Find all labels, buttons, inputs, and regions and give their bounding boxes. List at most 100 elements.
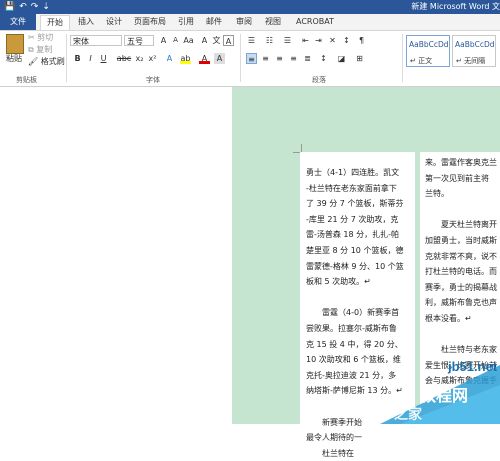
shading-icon[interactable]: ◪ [336,53,347,64]
paragraph-group-label: 段落 [312,76,326,84]
text-line: 新赛季开始 [306,417,362,427]
superscript-icon[interactable]: x² [147,53,158,64]
text-line: 楚里亚 8 分 10 个篮板，德 [306,246,404,255]
tab-insert[interactable]: 插入 [78,15,94,29]
group-divider [402,34,403,82]
paste-icon[interactable] [6,34,24,54]
customize-qat-icon[interactable]: ⇣ [42,1,50,13]
tab-mailings[interactable]: 邮件 [206,15,222,29]
ribbon-tabs: 文件 开始 插入 设计 页面布局 引用 邮件 审阅 视图 ACROBAT [0,14,500,31]
text-line: 利，威斯布鲁克也声 [425,298,497,308]
window-title: 新建 Microsoft Word 文 [411,2,500,11]
text-line: 来。雷霆作客奥克兰 [425,158,497,167]
strikethrough-icon[interactable]: abc [116,53,132,64]
text-line: 加盟勇士，当时威斯 [425,236,497,245]
tab-review[interactable]: 审阅 [236,15,252,29]
highlight-icon[interactable]: ab [180,53,191,64]
save-icon[interactable]: 💾 [4,1,15,13]
navigation-area [0,87,232,424]
text-line: 杜兰特在 [306,448,354,458]
text-line: 赛季，勇士的揭幕战 [425,282,497,292]
text-line: 夏天杜兰特离开 [425,220,497,230]
quick-access-toolbar: 💾 ↶ ↷ ⇣ [4,1,50,13]
text-line: -杜兰特在老东家面前拿下 [306,183,397,193]
watermark-domain: jb51.net [447,359,498,374]
style-normal-label: ↵ 正文 [410,57,433,65]
redo-icon[interactable]: ↷ [31,1,39,13]
style-no-spacing-label: ↵ 无间隔 [456,57,486,65]
text-line: 雷霆（4-0）新赛季首 [306,308,400,318]
character-border-icon[interactable]: A [223,35,234,46]
copy-button[interactable]: ⧉ 复制 [28,45,52,55]
font-group-label: 字体 [146,76,160,84]
style-normal[interactable]: AaBbCcDd ↵ 正文 [406,35,450,67]
text-line: 雷蒙德-格林 9 分、10 个篮 [306,261,404,271]
chinese-layout-icon[interactable]: ✕ [327,35,338,46]
text-line: -库里 21 分 7 次助攻，克 [306,214,399,224]
watermark-brand: 脚本之家 [366,406,423,423]
underline-icon[interactable]: U [98,53,109,64]
cut-button[interactable]: ✂ 剪切 [28,33,53,43]
clear-formatting-icon[interactable]: A [199,35,210,46]
align-right-icon[interactable]: ≡ [274,53,285,64]
text-line: 克就非常不爽，说不 [425,251,497,261]
decrease-indent-icon[interactable]: ⇤ [300,35,311,46]
increase-indent-icon[interactable]: ⇥ [313,35,324,46]
shrink-font-icon[interactable]: A [170,35,181,46]
font-name-field[interactable]: 宋体 [70,35,122,46]
multilevel-list-icon[interactable]: ☰ [282,35,293,46]
style-normal-sample: AaBbCcDd [409,40,449,49]
copy-label: 复制 [36,45,53,54]
text-line: 第一次见到前主将 [425,173,489,183]
grow-font-icon[interactable]: A [158,35,169,46]
clipboard-group-label: 剪贴板 [16,76,37,84]
tab-home[interactable]: 开始 [40,15,70,30]
bold-icon[interactable]: B [72,53,83,64]
tab-acrobat[interactable]: ACROBAT [296,15,334,29]
text-line: 了 39 分 7 个篮板，斯蒂芬 [306,199,404,209]
text-line: 兰特。 [425,189,449,199]
group-divider [240,34,241,82]
sort-icon[interactable]: ↕ [341,35,352,46]
title-bar: 💾 ↶ ↷ ⇣ 新建 Microsoft Word 文 [0,0,500,14]
justify-icon[interactable]: ≡ [288,53,299,64]
text-line: 根本没看。↵ [425,314,472,323]
numbering-icon[interactable]: ☷ [264,35,275,46]
tab-references[interactable]: 引用 [178,15,194,29]
phonetic-guide-icon[interactable]: 文 [211,35,222,46]
text-line: 最令人期待的一 [306,433,362,443]
tab-design[interactable]: 设计 [106,15,122,29]
text-line: 雷-汤普森 18 分，扎扎-帕 [306,230,400,240]
show-marks-icon[interactable]: ¶ [356,35,367,46]
align-left-icon[interactable]: ≡ [246,53,257,64]
text-line: 打杜兰特的电话。而 [425,267,497,277]
borders-icon[interactable]: ⊞ [354,53,365,64]
style-no-spacing[interactable]: AaBbCcDd ↵ 无间隔 [452,35,496,67]
line-spacing-icon[interactable]: ↕ [318,53,329,64]
format-painter-button[interactable]: 🖌 格式刷 [28,57,65,67]
character-shading-icon[interactable]: A [214,53,225,64]
watermark-title: 教程网 [420,386,468,405]
bullets-icon[interactable]: ☰ [246,35,257,46]
cut-label: 剪切 [37,33,54,42]
ribbon: 粘贴 ✂ 剪切 ⧉ 复制 🖌 格式刷 剪贴板 宋体 五号 A A Aa A 文 … [0,31,500,87]
format-painter-label: 格式刷 [40,57,65,66]
align-center-icon[interactable]: ≡ [260,53,271,64]
tab-file[interactable]: 文件 [0,14,36,30]
subscript-icon[interactable]: x₂ [134,53,145,64]
tab-layout[interactable]: 页面布局 [134,15,166,29]
text-line: 尝败果。拉塞尔-威斯布鲁 [306,324,397,333]
style-no-spacing-sample: AaBbCcDd [455,40,495,49]
tab-view[interactable]: 视图 [265,15,281,29]
paste-button[interactable]: 粘贴 [6,54,22,64]
distributed-icon[interactable]: ≣ [302,53,313,64]
font-color-icon[interactable]: A [199,53,210,64]
watermark: jb51.net 教程网 脚本之家 [366,359,500,424]
change-case-icon[interactable]: Aa [183,35,194,46]
text-line: 勇士（4-1）四连胜。凯文 [306,168,400,177]
group-divider [66,34,67,82]
text-effects-icon[interactable]: A [164,53,175,64]
undo-icon[interactable]: ↶ [19,1,27,13]
italic-icon[interactable]: I [85,53,96,64]
font-size-field[interactable]: 五号 [124,35,154,46]
